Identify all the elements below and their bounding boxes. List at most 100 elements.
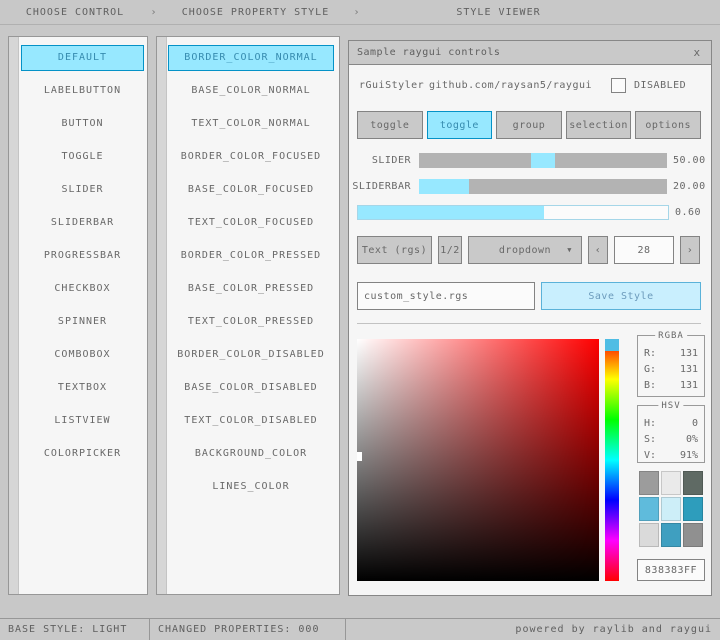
hue-cursor[interactable]	[605, 339, 619, 351]
prop-item-text-color-disabled[interactable]: TEXT_COLOR_DISABLED	[168, 408, 334, 434]
prop-item-border-color-normal[interactable]: BORDER_COLOR_NORMAL	[168, 45, 334, 71]
chevron-right-icon: ›	[353, 7, 361, 18]
slider[interactable]	[419, 153, 667, 168]
window-titlebar[interactable]: Sample raygui controls x	[349, 41, 711, 65]
save-style-button[interactable]: Save Style	[541, 282, 701, 310]
progress-bar-value: 0.60	[675, 207, 701, 219]
window-body: rGuiStyler github.com/raysan5/raygui DIS…	[349, 65, 711, 596]
window-title: Sample raygui controls	[355, 47, 689, 58]
g-value: 131	[680, 364, 698, 375]
list-item-button[interactable]: BUTTON	[21, 111, 144, 137]
prop-item-text-color-focused[interactable]: TEXT_COLOR_FOCUSED	[168, 210, 334, 236]
slider-thumb[interactable]	[531, 153, 555, 168]
prop-item-text-color-pressed[interactable]: TEXT_COLOR_PRESSED	[168, 309, 334, 335]
rgba-title: RGBA	[655, 331, 687, 341]
list-item-textbox[interactable]: TEXTBOX	[21, 375, 144, 401]
list-item-combobox[interactable]: COMBOBOX	[21, 342, 144, 368]
prop-item-border-color-focused[interactable]: BORDER_COLOR_FOCUSED	[168, 144, 334, 170]
hex-color-value[interactable]: 838383FF	[637, 559, 705, 581]
toggle-button-2-active[interactable]: toggle	[427, 111, 493, 139]
list-item-listview[interactable]: LISTVIEW	[21, 408, 144, 434]
divider	[357, 323, 701, 324]
s-value: 0%	[686, 434, 698, 445]
progress-bar-fill	[358, 206, 544, 219]
chevron-down-icon: ▼	[567, 246, 572, 254]
controls-list-scrollbar[interactable]	[9, 37, 19, 594]
toggle-button-group[interactable]: group	[496, 111, 562, 139]
s-label: S:	[644, 434, 656, 445]
list-item-slider[interactable]: SLIDER	[21, 177, 144, 203]
text-rgs-button[interactable]: Text (rgs)	[357, 236, 432, 264]
b-label: B:	[644, 380, 656, 391]
prop-item-background-color[interactable]: BACKGROUND_COLOR	[168, 441, 334, 467]
prop-item-text-color-normal[interactable]: TEXT_COLOR_NORMAL	[168, 111, 334, 137]
filename-input[interactable]: custom_style.rgs	[357, 282, 535, 310]
status-powered-by: powered by raylib and raygui	[346, 619, 720, 640]
rgba-row-b: B: 131	[638, 377, 704, 393]
controls-list: DEFAULT LABELBUTTON BUTTON TOGGLE SLIDER…	[21, 45, 144, 467]
g-label: G:	[644, 364, 656, 375]
rgba-row-r: R: 131	[638, 345, 704, 361]
spinner-decrease-button[interactable]: ‹	[588, 236, 608, 264]
disabled-checkbox-label: DISABLED	[634, 80, 686, 92]
toggle-button-selection[interactable]: selection	[566, 111, 632, 139]
rgba-row-g: G: 131	[638, 361, 704, 377]
style-swatch[interactable]	[639, 497, 659, 521]
list-item-labelbutton[interactable]: LABELBUTTON	[21, 78, 144, 104]
hsv-row-s: S: 0%	[638, 431, 704, 447]
close-icon[interactable]: x	[689, 46, 705, 59]
property-list-scrollbar[interactable]	[157, 37, 167, 594]
prop-item-border-color-pressed[interactable]: BORDER_COLOR_PRESSED	[168, 243, 334, 269]
style-swatch[interactable]	[661, 523, 681, 547]
b-value: 131	[680, 380, 698, 391]
prop-item-base-color-focused[interactable]: BASE_COLOR_FOCUSED	[168, 177, 334, 203]
style-swatch[interactable]	[683, 471, 703, 495]
slider-value: 50.00	[673, 155, 706, 167]
prop-item-base-color-disabled[interactable]: BASE_COLOR_DISABLED	[168, 375, 334, 401]
toggle-button-1[interactable]: toggle	[357, 111, 423, 139]
chevron-right-icon: ›	[150, 7, 158, 18]
repo-link[interactable]: github.com/raysan5/raygui	[429, 80, 592, 92]
sliderbar-value: 20.00	[673, 181, 706, 193]
spinner-value[interactable]: 28	[614, 236, 674, 264]
list-item-sliderbar[interactable]: SLIDERBAR	[21, 210, 144, 236]
spinner-increase-button[interactable]: ›	[680, 236, 700, 264]
prop-item-base-color-normal[interactable]: BASE_COLOR_NORMAL	[168, 78, 334, 104]
dropdown[interactable]: dropdown ▼	[468, 236, 582, 264]
v-label: V:	[644, 450, 656, 461]
style-swatch[interactable]	[661, 471, 681, 495]
v-value: 91%	[680, 450, 698, 461]
sliderbar[interactable]	[419, 179, 667, 194]
hue-bar[interactable]	[605, 339, 619, 581]
list-item-progressbar[interactable]: PROGRESSBAR	[21, 243, 144, 269]
prop-item-border-color-disabled[interactable]: BORDER_COLOR_DISABLED	[168, 342, 334, 368]
half-button[interactable]: 1/2	[438, 236, 462, 264]
style-swatch[interactable]	[639, 471, 659, 495]
r-label: R:	[644, 348, 656, 359]
list-item-default[interactable]: DEFAULT	[21, 45, 144, 71]
breadcrumb-choose-property-style: CHOOSE PROPERTY STYLE	[158, 7, 353, 18]
prop-item-lines-color[interactable]: LINES_COLOR	[168, 474, 334, 500]
app-name-label: rGuiStyler	[359, 80, 424, 92]
color-picker-cursor[interactable]	[357, 452, 362, 461]
style-swatch[interactable]	[683, 497, 703, 521]
list-item-checkbox[interactable]: CHECKBOX	[21, 276, 144, 302]
hsv-title: HSV	[658, 401, 683, 411]
property-styles-panel: BORDER_COLOR_NORMAL BASE_COLOR_NORMAL TE…	[156, 36, 340, 595]
list-item-toggle[interactable]: TOGGLE	[21, 144, 144, 170]
prop-item-base-color-pressed[interactable]: BASE_COLOR_PRESSED	[168, 276, 334, 302]
status-changed-properties: CHANGED PROPERTIES: 000	[150, 619, 346, 640]
controls-list-panel: DEFAULT LABELBUTTON BUTTON TOGGLE SLIDER…	[8, 36, 148, 595]
disabled-checkbox[interactable]	[611, 78, 626, 93]
list-item-colorpicker[interactable]: COLORPICKER	[21, 441, 144, 467]
style-viewer-window: Sample raygui controls x rGuiStyler gith…	[348, 40, 712, 596]
style-swatch[interactable]	[639, 523, 659, 547]
style-swatch[interactable]	[661, 497, 681, 521]
color-picker-square[interactable]	[357, 339, 599, 581]
list-item-spinner[interactable]: SPINNER	[21, 309, 144, 335]
toggle-button-options[interactable]: options	[635, 111, 701, 139]
sliderbar-label: SLIDERBAR	[349, 181, 411, 193]
style-swatch[interactable]	[683, 523, 703, 547]
hsv-row-v: V: 91%	[638, 447, 704, 463]
rgba-group: RGBA R: 131 G: 131 B: 131	[637, 335, 705, 397]
